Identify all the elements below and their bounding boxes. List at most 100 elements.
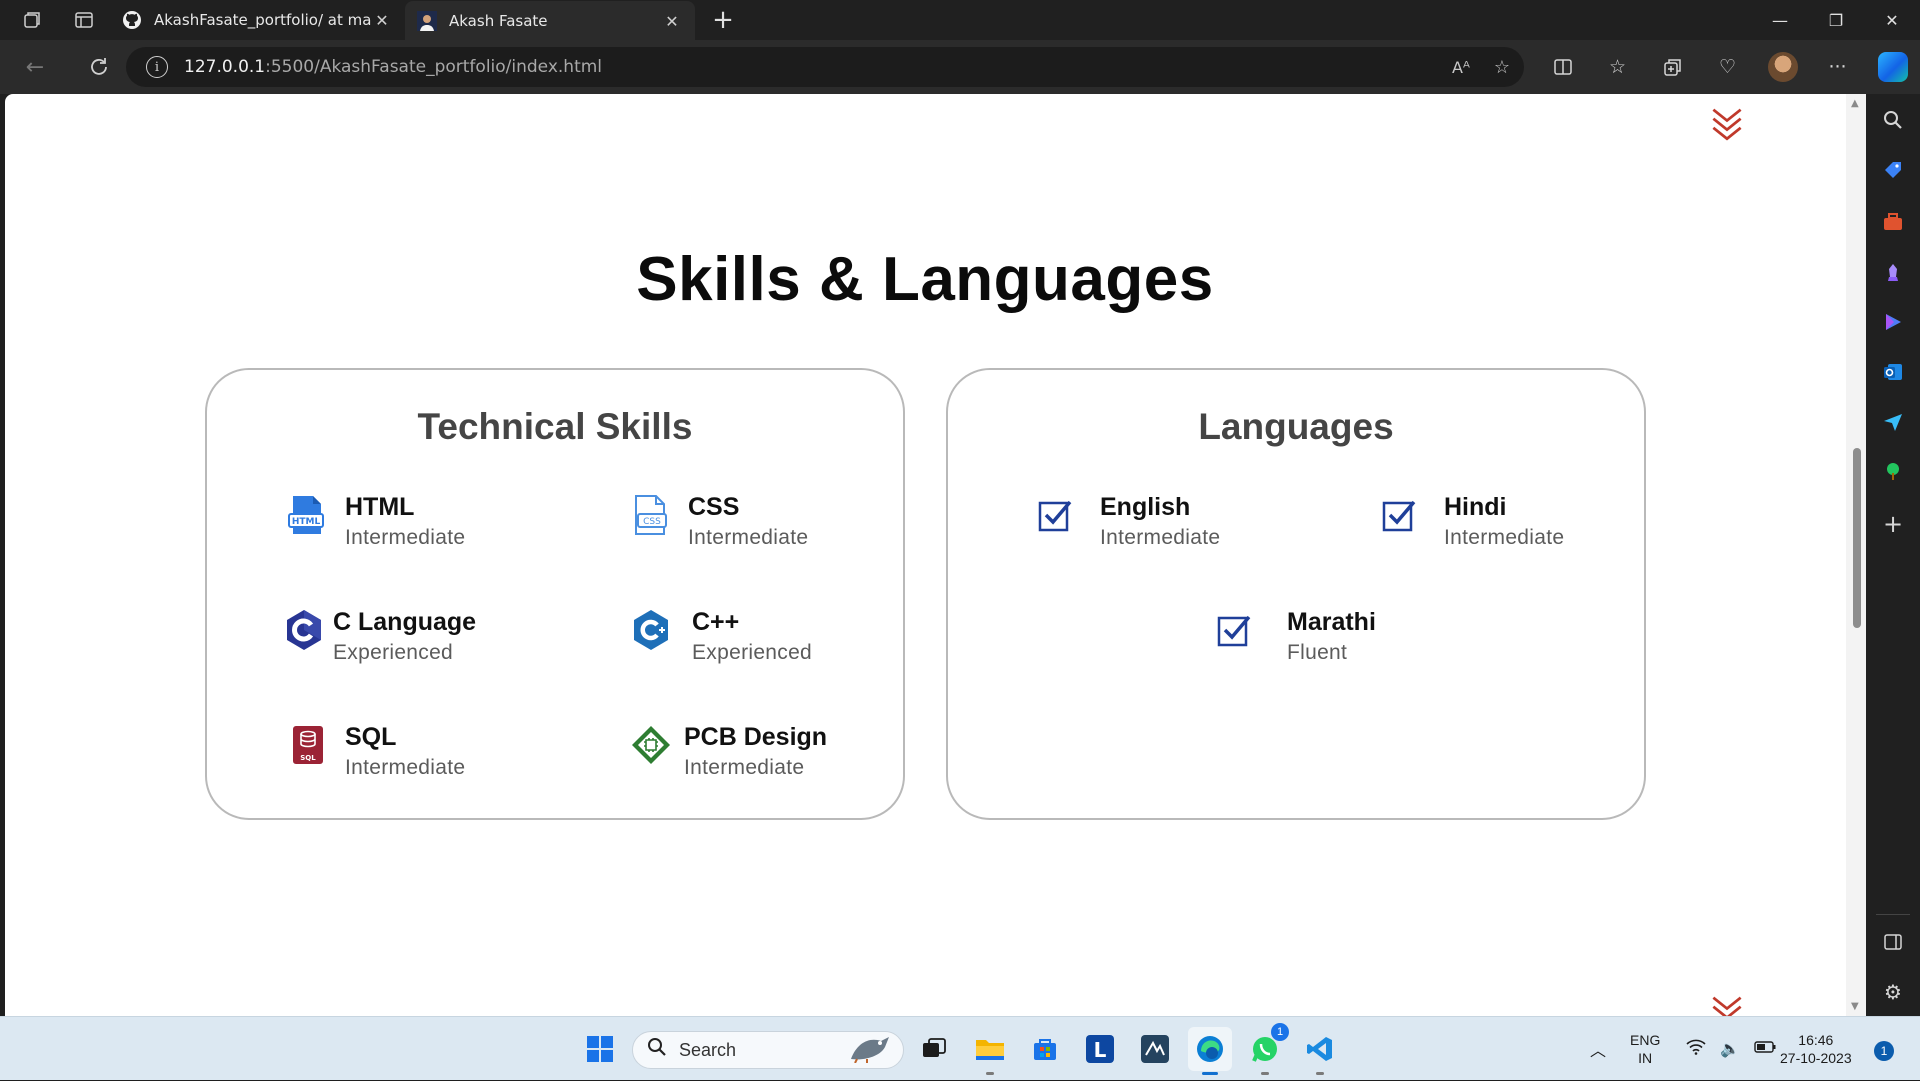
shopping-tag-icon[interactable] xyxy=(1866,150,1920,190)
close-window-icon[interactable]: ✕ xyxy=(1864,0,1920,40)
cpp-icon xyxy=(628,607,674,653)
favorites-icon[interactable]: ☆ xyxy=(1590,40,1645,94)
add-sidebar-item-icon[interactable]: + xyxy=(1866,504,1920,544)
browser-essentials-icon[interactable]: ♡ xyxy=(1700,40,1755,94)
more-menu-icon[interactable]: ··· xyxy=(1810,40,1865,94)
language-level: Fluent xyxy=(1287,641,1348,664)
skill-name: HTML xyxy=(345,493,415,521)
c-language-icon xyxy=(285,607,323,653)
search-highlight-illustration-icon xyxy=(847,1033,893,1068)
scroll-down-arrow-icon[interactable]: ▼ xyxy=(1851,1001,1859,1012)
games-chess-icon[interactable] xyxy=(1866,252,1920,292)
browser-toolbar: ← i 127.0.0.1:5500/AkashFasate_portfolio… xyxy=(0,40,1920,94)
notification-center-badge[interactable]: 1 xyxy=(1874,1041,1894,1061)
scroll-down-chevron-icon[interactable] xyxy=(1708,106,1746,146)
running-indicator xyxy=(1202,1072,1218,1075)
svg-text:HTML: HTML xyxy=(292,517,321,527)
settings-gear-icon[interactable]: ⚙ xyxy=(1866,972,1920,1012)
skill-item-c: C Language Experienced xyxy=(285,607,476,665)
skill-item-cpp: C++ Experienced xyxy=(628,607,812,665)
tab-github[interactable]: AkashFasate_portfolio/ at main · ✕ xyxy=(110,0,405,40)
show-hidden-icons-chevron-icon[interactable]: ︿ xyxy=(1590,1017,1606,1081)
copilot-sidebar-icon[interactable] xyxy=(1866,302,1920,342)
github-icon xyxy=(122,10,142,30)
mysql-workbench-icon[interactable] xyxy=(1133,1027,1177,1071)
language-item-marathi: Marathi Fluent xyxy=(1211,607,1376,665)
vscode-icon[interactable] xyxy=(1298,1027,1342,1075)
workspaces-icon[interactable] xyxy=(12,0,52,40)
refresh-icon[interactable] xyxy=(74,47,124,87)
skill-level: Intermediate xyxy=(345,756,466,779)
tab-portfolio[interactable]: Akash Fasate ✕ xyxy=(405,1,695,41)
notification-badge: 1 xyxy=(1271,1023,1289,1041)
new-tab-icon[interactable]: + xyxy=(705,5,741,35)
tools-briefcase-icon[interactable] xyxy=(1866,202,1920,242)
system-clock[interactable]: 16:46 27-10-2023 xyxy=(1780,1017,1852,1081)
clock-time: 16:46 xyxy=(1798,1032,1834,1048)
skill-level: Experienced xyxy=(692,641,813,664)
close-tab-icon[interactable]: ✕ xyxy=(661,12,683,31)
tab-actions-icon[interactable] xyxy=(64,0,104,40)
card-title: Languages xyxy=(1198,406,1394,447)
tab-title: AkashFasate_portfolio/ at main · xyxy=(154,11,371,29)
language-level: Intermediate xyxy=(1100,526,1221,549)
scroll-up-arrow-icon[interactable]: ▲ xyxy=(1851,98,1859,109)
site-info-icon[interactable]: i xyxy=(146,56,168,78)
search-icon xyxy=(647,1037,667,1063)
skill-level: Experienced xyxy=(333,641,454,664)
page-scrollbar[interactable]: ▲ ▼ xyxy=(1846,94,1866,1016)
sidebar-divider xyxy=(1876,914,1910,915)
minimize-icon[interactable]: — xyxy=(1752,0,1808,40)
taskbar-search-box[interactable]: Search xyxy=(632,1031,904,1069)
next-section-chevron-icon[interactable] xyxy=(1708,994,1746,1016)
skill-name: CSS xyxy=(688,493,740,521)
read-aloud-icon[interactable]: Aᴬ xyxy=(1452,58,1470,77)
section-title: Skills & Languages xyxy=(636,245,1214,314)
edge-browser-icon[interactable] xyxy=(1188,1027,1232,1075)
language-level: Intermediate xyxy=(1444,526,1565,549)
skill-level: Intermediate xyxy=(688,526,809,549)
outlook-icon[interactable] xyxy=(1866,352,1920,392)
volume-icon: 🔈 xyxy=(1720,1041,1740,1058)
hide-sidebar-icon[interactable] xyxy=(1866,922,1920,962)
address-bar[interactable]: i 127.0.0.1:5500/AkashFasate_portfolio/i… xyxy=(126,47,1524,87)
pcb-circuit-icon xyxy=(628,722,674,768)
skill-name: C Language xyxy=(333,608,477,636)
scrollbar-thumb[interactable] xyxy=(1853,448,1861,628)
start-windows-icon[interactable] xyxy=(578,1027,622,1071)
running-indicator xyxy=(986,1072,994,1075)
language-item-english: English Intermediate xyxy=(1032,492,1220,550)
system-status-icons[interactable]: 🔈 xyxy=(1686,1017,1776,1081)
collections-icon[interactable] xyxy=(1645,40,1700,94)
wifi-icon xyxy=(1686,1039,1706,1060)
technical-skills-card: Technical Skills HTML HTML Intermediate … xyxy=(205,368,905,820)
copilot-icon[interactable] xyxy=(1865,40,1920,94)
file-explorer-icon[interactable] xyxy=(968,1027,1012,1075)
send-paper-plane-icon[interactable] xyxy=(1866,402,1920,442)
skill-name: SQL xyxy=(345,723,397,751)
restore-icon[interactable]: ❐ xyxy=(1808,0,1864,40)
profile-avatar[interactable] xyxy=(1755,40,1810,94)
tree-icon[interactable] xyxy=(1866,452,1920,492)
search-icon[interactable] xyxy=(1866,100,1920,140)
whatsapp-icon[interactable]: 1 xyxy=(1243,1023,1289,1075)
css-file-icon: CSS xyxy=(628,492,674,538)
task-view-icon[interactable] xyxy=(912,1027,956,1071)
back-icon[interactable]: ← xyxy=(10,47,60,87)
svg-text:L: L xyxy=(1094,1038,1107,1062)
skill-item-css: CSS CSS Intermediate xyxy=(628,492,808,550)
l-app-icon[interactable]: L xyxy=(1078,1027,1122,1071)
window-controls: — ❐ ✕ xyxy=(1752,0,1920,40)
tab-title: Akash Fasate xyxy=(449,12,548,30)
checkbox-checked-icon xyxy=(1211,607,1257,653)
language-name: Marathi xyxy=(1287,608,1376,636)
input-language-indicator[interactable]: ENG IN xyxy=(1630,1017,1660,1081)
battery-icon xyxy=(1754,1040,1776,1058)
close-tab-icon[interactable]: ✕ xyxy=(371,11,393,30)
split-screen-icon[interactable] xyxy=(1535,40,1590,94)
running-indicator xyxy=(1261,1072,1269,1075)
lang-line1: ENG xyxy=(1630,1032,1661,1048)
favorite-star-icon[interactable]: ☆ xyxy=(1494,57,1510,78)
windows-taskbar: Search L 1 ︿ ENG IN 🔈 16:46 27-10-2023 1 xyxy=(0,1016,1920,1080)
microsoft-store-icon[interactable] xyxy=(1023,1027,1067,1071)
